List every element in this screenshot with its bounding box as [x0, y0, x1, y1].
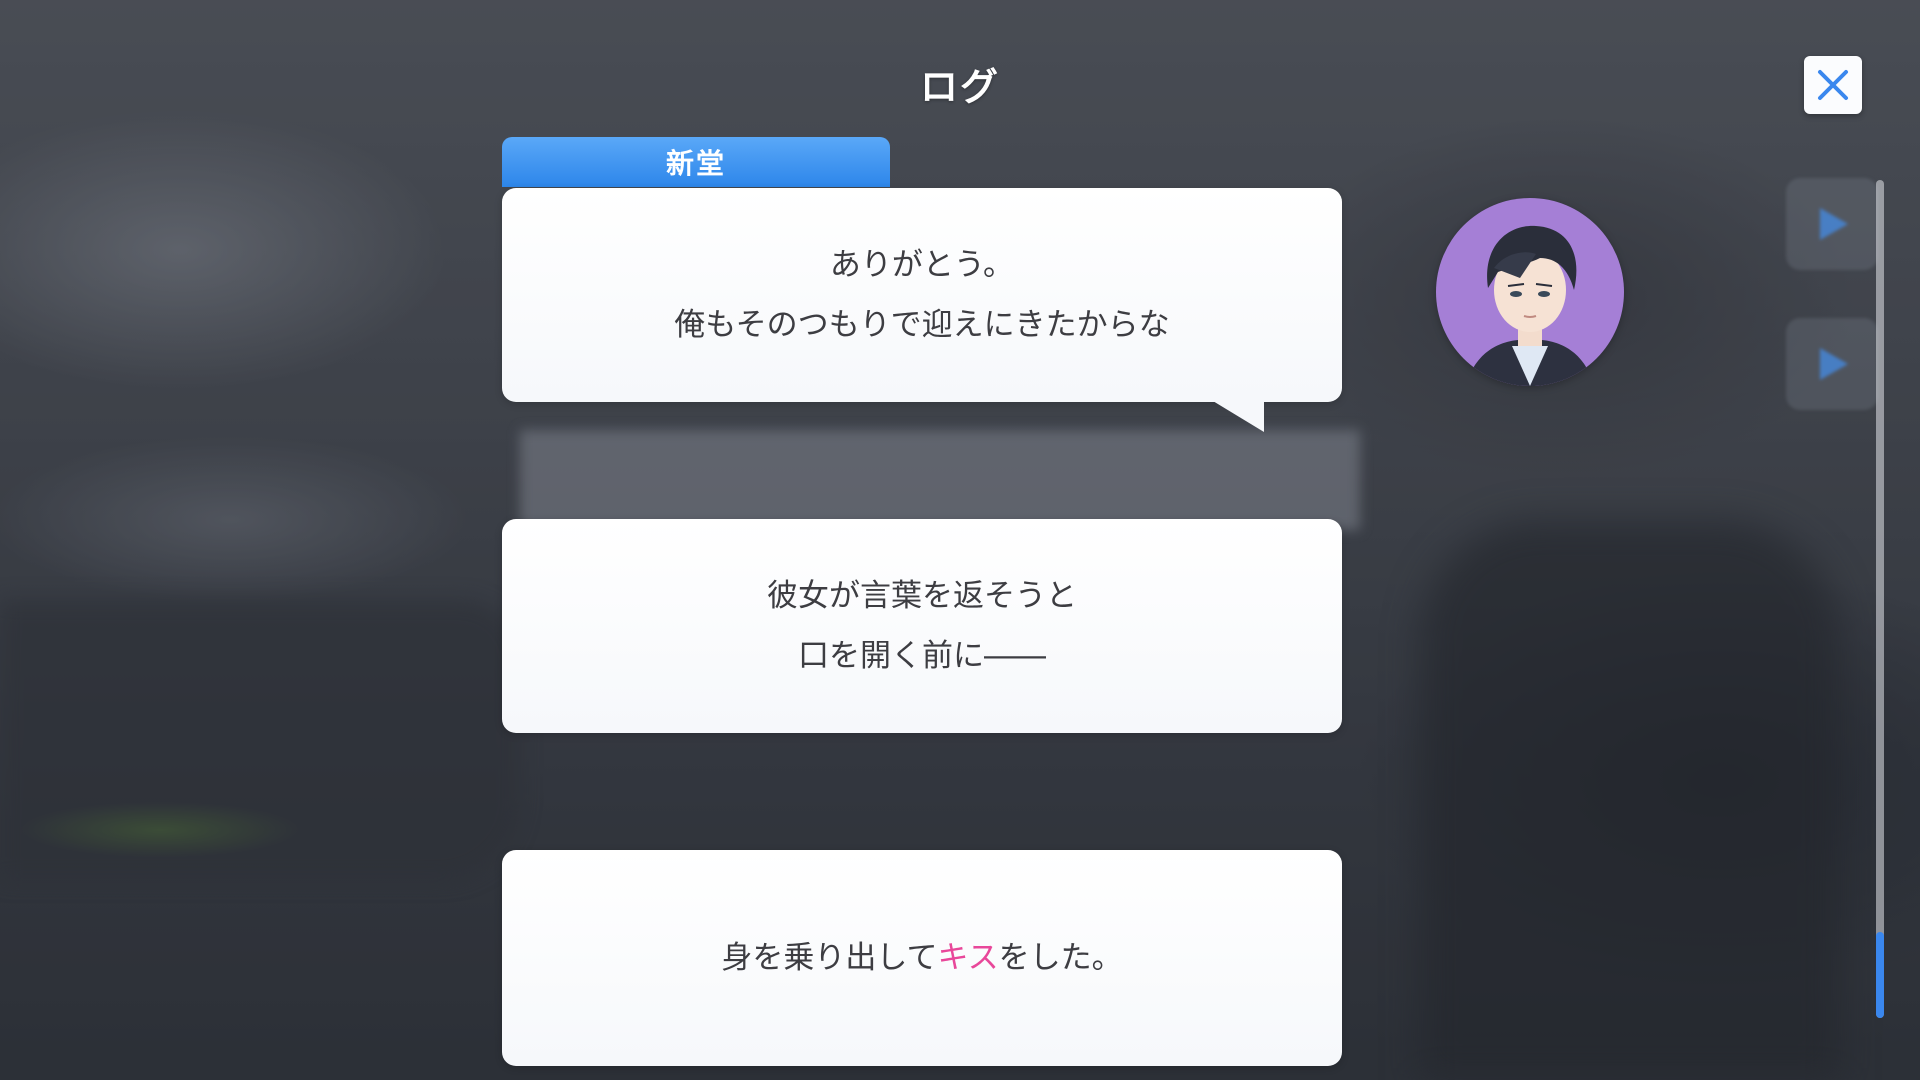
log-entry-speech: ありがとう。 俺もそのつもりで迎えにきたからな	[502, 188, 1342, 402]
close-icon	[1818, 70, 1848, 100]
page-title: ログ	[919, 65, 1000, 109]
log-line: 身を乗り出してキスをした。	[721, 928, 1122, 988]
log-screen: ログ 新堂 ありがとう。 俺もそのつもりで迎えにきたからな 彼女が言葉を返そうと…	[0, 0, 1920, 1080]
background-car-seat	[1420, 520, 1840, 1080]
speaker-avatar	[1436, 198, 1624, 386]
voice-replay-button[interactable]	[1786, 318, 1878, 410]
scrollbar-thumb[interactable]	[1876, 932, 1884, 1018]
log-text: 身を乗り出して	[721, 940, 938, 976]
close-button[interactable]	[1804, 56, 1862, 114]
highlighted-text: キス	[937, 940, 999, 976]
speaker-name-tab: 新堂	[502, 137, 890, 187]
voice-replay-button[interactable]	[1786, 178, 1878, 270]
log-line: 俺もそのつもりで迎えにきたからな	[674, 307, 1170, 343]
character-portrait	[1466, 225, 1594, 386]
background-car-door	[0, 600, 520, 880]
log-text: をした。	[998, 940, 1123, 976]
log-line: 彼女が言葉を返そうと	[767, 578, 1077, 614]
background-car-window	[520, 430, 1360, 530]
play-icon	[1820, 348, 1848, 380]
play-icon	[1820, 208, 1848, 240]
log-entry-narration: 彼女が言葉を返そうと 口を開く前に――	[502, 519, 1342, 733]
scrollbar[interactable]	[1876, 180, 1884, 1018]
log-entry-narration: 身を乗り出してキスをした。	[502, 850, 1342, 1066]
speech-bubble-tail	[1208, 398, 1264, 432]
log-line: 口を開く前に――	[798, 638, 1046, 674]
log-line: ありがとう。	[829, 247, 1015, 283]
